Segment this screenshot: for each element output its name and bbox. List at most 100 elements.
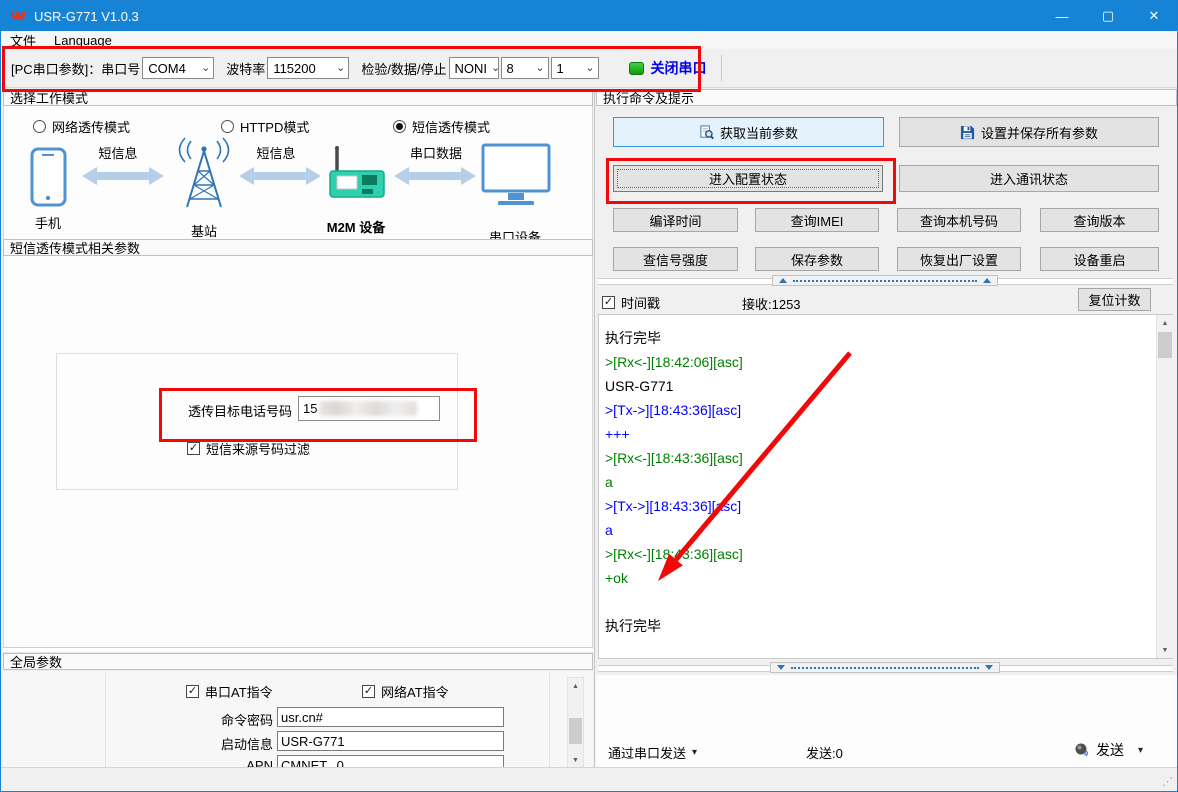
collapse-up-icon[interactable] bbox=[779, 278, 787, 283]
scroll-up-icon[interactable]: ▲ bbox=[1157, 315, 1173, 331]
close-icon[interactable]: ✕ bbox=[1131, 1, 1177, 31]
log-line: 执行完毕 bbox=[605, 330, 661, 346]
menu-language[interactable]: Language bbox=[45, 31, 121, 49]
m2m-device-icon bbox=[329, 146, 385, 198]
collapse-down-icon[interactable] bbox=[777, 665, 785, 670]
app-icon bbox=[11, 12, 25, 20]
log-output[interactable]: 执行完毕 >[Rx<-][18:42:06][asc] USR-G771 >[T… bbox=[598, 314, 1173, 659]
scroll-down-icon[interactable]: ▼ bbox=[568, 752, 583, 768]
serial-device-icon bbox=[481, 143, 551, 205]
get-params-button[interactable]: 获取当前参数 bbox=[613, 117, 884, 147]
app-window: USR-G771 V1.0.3 — ▢ ✕ 文件 Language [PC串口参… bbox=[0, 0, 1178, 792]
port-open-indicator bbox=[628, 61, 644, 75]
menu-bar: 文件 Language bbox=[1, 31, 1177, 49]
global-scrollbar[interactable]: ▲ ▼ bbox=[567, 677, 584, 769]
sent-count: 发送:0 bbox=[806, 746, 843, 761]
close-port-button[interactable]: 关闭串口 bbox=[651, 58, 707, 78]
factory-reset-button[interactable]: 恢复出厂设置 bbox=[897, 247, 1021, 271]
query-number-button[interactable]: 查询本机号码 bbox=[897, 208, 1021, 232]
reset-count-button[interactable]: 复位计数 bbox=[1078, 288, 1151, 311]
query-version-button[interactable]: 查询版本 bbox=[1040, 208, 1159, 232]
mode-diagram: 手机 短信息 基站 短信息 M2M 设备 串口数据 串口设备 bbox=[3, 131, 591, 245]
log-line: USR-G771 bbox=[605, 378, 674, 394]
scroll-up-icon[interactable]: ▲ bbox=[568, 678, 583, 694]
chevron-down-icon: ⌄ bbox=[491, 62, 501, 74]
work-mode-header: 选择工作模式 bbox=[3, 89, 593, 106]
log-line: >[Rx<-][18:43:36][asc] bbox=[605, 546, 743, 562]
query-signal-button[interactable]: 查信号强度 bbox=[613, 247, 738, 271]
timestamp-checkbox[interactable]: ✓ 时间戳 bbox=[602, 293, 660, 312]
link2-label: 短信息 bbox=[256, 146, 296, 161]
splitter-handle[interactable] bbox=[772, 275, 998, 286]
log-line: >[Tx->][18:43:36][asc] bbox=[605, 402, 742, 418]
log-line: >[Rx<-][18:43:36][asc] bbox=[605, 450, 743, 466]
scrollbar-thumb[interactable] bbox=[1158, 332, 1172, 358]
chevron-down-icon: ⌄ bbox=[201, 62, 211, 74]
log-scrollbar[interactable]: ▲ ▼ bbox=[1156, 315, 1173, 658]
save-all-button[interactable]: 设置并保存所有参数 bbox=[899, 117, 1159, 147]
net-at-checkbox[interactable]: ✓ 网络AT指令 bbox=[362, 682, 449, 701]
send-via-serial-dropdown[interactable]: 通过串口发送 ▾ bbox=[608, 743, 697, 762]
m2m-node-label: M2M 设备 bbox=[326, 220, 386, 235]
compile-time-button[interactable]: 编译时间 bbox=[613, 208, 738, 232]
chevron-down-icon: ⌄ bbox=[585, 62, 595, 74]
log-line: >[Rx<-][18:42:06][asc] bbox=[605, 354, 743, 370]
minimize-icon[interactable]: — bbox=[1039, 1, 1085, 31]
sms-params-box bbox=[56, 353, 458, 490]
link3-label: 串口数据 bbox=[409, 146, 462, 161]
log-line: a bbox=[605, 474, 613, 490]
checkbox-checked-icon: ✓ bbox=[186, 685, 199, 698]
serial-at-checkbox[interactable]: ✓ 串口AT指令 bbox=[186, 682, 273, 701]
collapse-down-icon[interactable] bbox=[985, 665, 993, 670]
toolbar-separator bbox=[720, 55, 722, 81]
phone-node-label: 手机 bbox=[34, 216, 61, 231]
startup-label: 启动信息 bbox=[220, 737, 273, 752]
menu-file[interactable]: 文件 bbox=[1, 31, 45, 49]
panel-divider bbox=[594, 89, 595, 767]
log-line-blank bbox=[605, 590, 1152, 614]
splitter-handle[interactable] bbox=[770, 662, 1000, 673]
dropdown-icon: ▾ bbox=[692, 747, 698, 758]
query-imei-button[interactable]: 查询IMEI bbox=[755, 208, 879, 232]
checkbox-checked-icon: ✓ bbox=[187, 442, 200, 455]
maximize-icon[interactable]: ▢ bbox=[1085, 1, 1131, 31]
scroll-down-icon[interactable]: ▼ bbox=[1157, 642, 1173, 658]
parity-select[interactable]: NONI ⌄ bbox=[448, 57, 501, 79]
resize-grip-icon[interactable]: ⋰ bbox=[1160, 776, 1173, 789]
sms-filter-checkbox[interactable]: ✓ 短信来源号码过滤 bbox=[187, 439, 310, 458]
global-inner-border bbox=[105, 673, 106, 767]
enter-config-button[interactable]: 进入配置状态 bbox=[613, 165, 883, 192]
log-line: +ok bbox=[605, 570, 628, 586]
databits-select[interactable]: 8 ⌄ bbox=[500, 57, 549, 79]
dropdown-icon: ▾ bbox=[1138, 744, 1144, 756]
phone-number-input[interactable]: 15 bbox=[298, 396, 440, 421]
startup-input[interactable] bbox=[277, 731, 504, 751]
send-button[interactable]: 发送 ▾ bbox=[1074, 740, 1143, 760]
send-panel[interactable]: 通过串口发送 ▾ 发送:0 发送 ▾ bbox=[596, 675, 1177, 767]
scrollbar-thumb[interactable] bbox=[569, 718, 582, 744]
window-title: USR-G771 V1.0.3 bbox=[34, 8, 139, 24]
redacted-digits bbox=[319, 401, 418, 416]
log-line: a bbox=[605, 522, 613, 538]
stopbits-select[interactable]: 1 ⌄ bbox=[550, 57, 599, 79]
double-arrow-icon bbox=[394, 167, 476, 185]
title-bar: USR-G771 V1.0.3 — ▢ ✕ bbox=[1, 1, 1177, 31]
chevron-down-icon: ⌄ bbox=[535, 62, 545, 74]
com-port-select[interactable]: COM4 ⌄ bbox=[142, 57, 215, 79]
speaker-icon bbox=[1075, 743, 1089, 757]
chevron-down-icon: ⌄ bbox=[336, 62, 346, 74]
station-node-label: 基站 bbox=[190, 224, 217, 239]
baud-select[interactable]: 115200 ⌄ bbox=[267, 57, 350, 79]
command-panel-header: 执行命令及提示 bbox=[596, 89, 1177, 106]
splitter-dots bbox=[791, 666, 979, 669]
save-params-button[interactable]: 保存参数 bbox=[755, 247, 879, 271]
checkbox-checked-icon: ✓ bbox=[602, 296, 615, 309]
status-bar: ⋰ bbox=[1, 767, 1177, 791]
received-count: 接收:1253 bbox=[742, 297, 801, 312]
sms-params-header: 短信透传模式相关参数 bbox=[3, 239, 593, 256]
double-arrow-icon bbox=[82, 167, 164, 185]
enter-comm-button[interactable]: 进入通讯状态 bbox=[899, 165, 1159, 192]
reboot-button[interactable]: 设备重启 bbox=[1040, 247, 1159, 271]
cmd-pwd-input[interactable] bbox=[277, 707, 504, 727]
collapse-up-icon[interactable] bbox=[983, 278, 991, 283]
